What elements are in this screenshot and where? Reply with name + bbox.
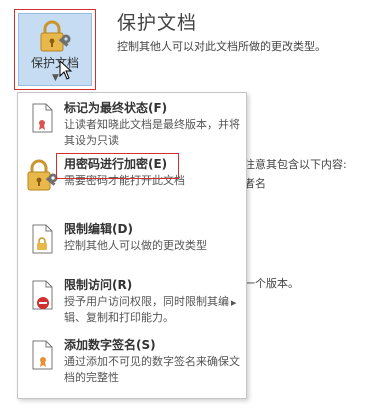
page-text-fragment: 注意其包含以下内容: — [244, 158, 347, 171]
menu-item-title: 限制编辑(D) — [64, 222, 133, 236]
menu-item-add-digital-signature[interactable]: 添加数字签名(S) 通过添加不可见的数字签名来确保文档的完整性 — [18, 336, 246, 392]
menu-item-title: 标记为最终状态(F) — [64, 101, 168, 115]
menu-item-description: 通过添加不可见的数字签名来确保文档的完整性 — [64, 355, 240, 384]
menu-item-title: 添加数字签名(S) — [64, 338, 156, 352]
mouse-cursor-icon — [59, 59, 73, 84]
page-title: 保护文档 — [117, 12, 198, 34]
menu-item-description: 授予用户访问权限，同时限制其编辑、复制和打印能力。 — [64, 295, 229, 324]
page-text-fragment: 者名 — [244, 177, 266, 190]
protect-document-menu: 标记为最终状态(F) 让读者知晓此文档是最终版本，并将其设为只读 用密码进行加密… — [17, 92, 247, 399]
document-no-entry-icon — [32, 280, 56, 316]
highlight-box — [56, 153, 179, 179]
page-description: 控制其他人可以对此文档所做的更改类型。 — [117, 40, 326, 53]
lock-key-icon — [39, 20, 75, 58]
menu-item-description: 让读者知晓此文档是最终版本，并将其设为只读 — [64, 118, 240, 147]
document-signature-icon — [32, 340, 54, 374]
page-text-fragment: 一个版本。 — [244, 277, 299, 290]
protect-document-label: 保护文档 — [30, 56, 79, 70]
document-ribbon-icon — [32, 103, 54, 137]
menu-item-restrict-editing[interactable]: 限制编辑(D) 控制其他人可以做的更改类型 — [18, 220, 246, 276]
menu-item-title: 限制访问(R) — [64, 278, 133, 292]
menu-item-restrict-access[interactable]: 限制访问(R) 授予用户访问权限，同时限制其编辑、复制和打印能力。 ▶ — [18, 276, 246, 336]
menu-item-description: 控制其他人可以做的更改类型 — [64, 239, 207, 252]
protect-document-button[interactable]: 保护文档 ▼ — [14, 9, 96, 90]
document-lock-icon — [32, 224, 54, 258]
submenu-arrow-icon: ▶ — [231, 299, 237, 307]
chevron-down-icon: ▼ — [52, 73, 59, 83]
menu-item-mark-as-final[interactable]: 标记为最终状态(F) 让读者知晓此文档是最终版本，并将其设为只读 — [18, 99, 246, 155]
